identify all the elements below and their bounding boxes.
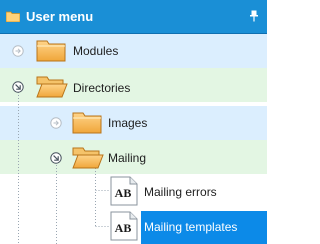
svg-text:AB: AB bbox=[115, 221, 132, 235]
collapse-icon[interactable] bbox=[50, 152, 62, 164]
report-ab-icon: AB bbox=[110, 176, 138, 206]
folder-icon bbox=[36, 40, 66, 62]
tree-item-label[interactable]: Mailing bbox=[108, 151, 146, 165]
user-menu-panel: User menu Modules Directories Images Mai… bbox=[0, 0, 267, 244]
folder-open-icon bbox=[36, 76, 68, 98]
tree-item-label-selected[interactable]: Mailing templates bbox=[144, 220, 237, 234]
tree-item-label[interactable]: Directories bbox=[73, 81, 130, 95]
expand-icon[interactable] bbox=[50, 117, 62, 129]
expand-icon[interactable] bbox=[12, 45, 24, 57]
folder-icon bbox=[72, 112, 102, 134]
panel-header: User menu bbox=[0, 0, 267, 34]
tree-item-label[interactable]: Modules bbox=[73, 44, 118, 58]
pin-icon[interactable] bbox=[249, 10, 259, 22]
svg-text:AB: AB bbox=[115, 186, 132, 200]
collapse-icon[interactable] bbox=[12, 81, 24, 93]
folder-open-icon bbox=[72, 147, 104, 169]
tree-item-label[interactable]: Images bbox=[108, 116, 147, 130]
report-ab-icon: AB bbox=[110, 211, 138, 241]
panel-title: User menu bbox=[26, 9, 94, 24]
folder-icon bbox=[6, 11, 20, 22]
tree-item-label[interactable]: Mailing errors bbox=[144, 185, 217, 199]
